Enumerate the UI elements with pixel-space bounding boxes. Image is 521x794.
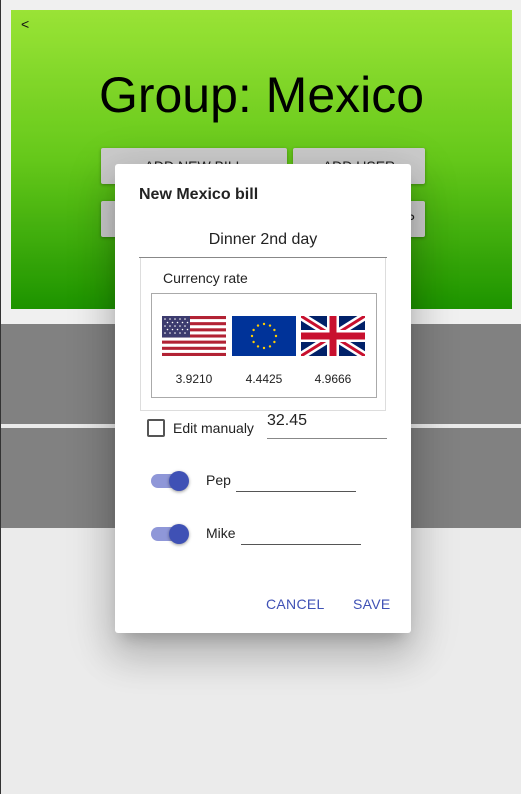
pep-amount-input[interactable] xyxy=(236,466,356,492)
currency-option-usd[interactable]: 3.9210 xyxy=(162,316,226,386)
cancel-button[interactable]: CANCEL xyxy=(266,596,325,612)
dialog-title: New Mexico bill xyxy=(139,186,259,203)
currency-rate-gbp: 4.9666 xyxy=(314,372,352,386)
eu-flag-icon xyxy=(232,316,296,356)
person-name: Mike xyxy=(206,525,236,541)
currency-rate-usd: 3.9210 xyxy=(175,372,213,386)
new-bill-dialog: New Mexico bill Dinner 2nd day Currency … xyxy=(115,164,411,633)
manual-rate-input[interactable]: 32.45 xyxy=(267,409,387,439)
us-flag-icon xyxy=(162,316,226,356)
currency-rate-group: Currency rate 3.9210 4.4425 4.9666 xyxy=(140,258,386,411)
person-name: Pep xyxy=(206,472,231,488)
currency-option-eur[interactable]: 4.4425 xyxy=(232,316,296,386)
currency-rate-eur: 4.4425 xyxy=(245,372,283,386)
mike-amount-input[interactable] xyxy=(241,519,361,545)
mike-include-toggle[interactable] xyxy=(151,524,189,544)
currency-rate-label: Currency rate xyxy=(163,270,248,286)
edit-manually-label: Edit manualy xyxy=(173,420,254,436)
pep-include-toggle[interactable] xyxy=(151,471,189,491)
currency-selector: 3.9210 4.4425 4.9666 xyxy=(151,293,377,398)
toggle-thumb xyxy=(169,524,189,544)
bill-description-input[interactable]: Dinner 2nd day xyxy=(139,228,387,258)
toggle-thumb xyxy=(169,471,189,491)
currency-option-gbp[interactable]: 4.9666 xyxy=(301,316,365,386)
manual-rate-row: Edit manualy 32.45 xyxy=(147,412,387,447)
person-row-pep: Pep xyxy=(151,466,371,496)
save-button[interactable]: SAVE xyxy=(353,596,391,612)
uk-flag-icon xyxy=(301,316,365,356)
person-row-mike: Mike xyxy=(151,519,371,549)
edit-manually-checkbox[interactable] xyxy=(147,419,165,437)
